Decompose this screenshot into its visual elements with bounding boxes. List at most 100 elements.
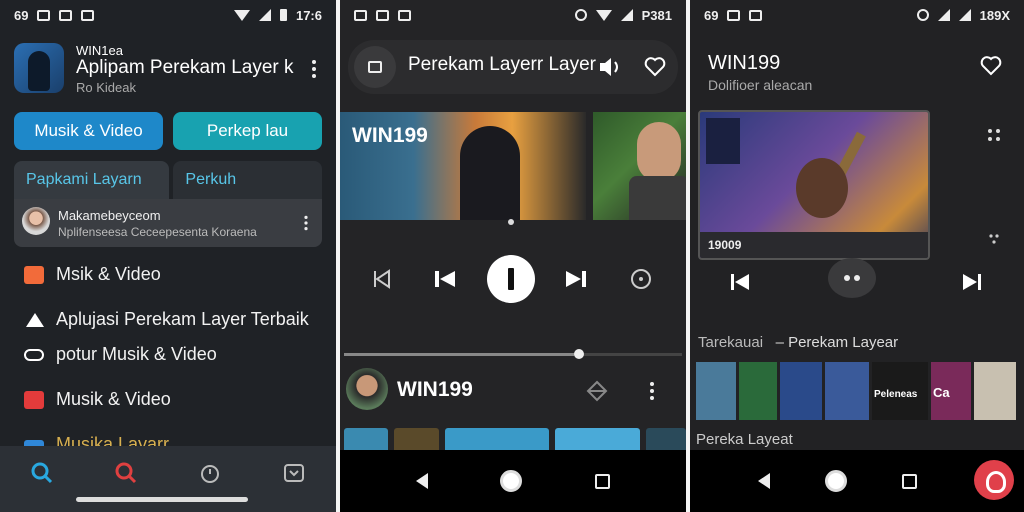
- thumbnail-label: WIN199: [352, 124, 428, 147]
- more-options-icon[interactable]: [312, 60, 316, 78]
- menu-item-best-recorder[interactable]: Aplujasi Perekam Layer Terbaik: [26, 309, 309, 330]
- heart-icon[interactable]: [644, 57, 666, 77]
- video-thumbnail-next[interactable]: [593, 112, 686, 220]
- timer-icon[interactable]: [199, 462, 221, 484]
- video-player[interactable]: 19009: [698, 110, 930, 260]
- related-thumbnail[interactable]: [554, 428, 641, 450]
- system-navigation: [690, 450, 1024, 512]
- related-thumbnail[interactable]: [344, 428, 388, 450]
- menu-item-features[interactable]: potur Musik & Video: [24, 344, 217, 365]
- gallery-icon: [727, 9, 741, 21]
- phone-screen-player: P381 Perekam Layerr Layer WIN199 WIN199: [340, 0, 686, 512]
- app-subtitle: Ro Kideak: [76, 80, 136, 95]
- playback-controls: [340, 255, 686, 305]
- back-icon[interactable]: [416, 473, 429, 489]
- gallery-icon: [376, 9, 389, 21]
- thumbnail-caption: Peleneas: [874, 389, 918, 400]
- previous-icon[interactable]: [730, 272, 750, 292]
- app-header: WIN1ea Aplipam Perekam Layer k Ro Kideak: [14, 40, 322, 100]
- menu-item-music[interactable]: Musik & Video: [24, 389, 171, 410]
- status-bar: 69 189X: [690, 0, 1024, 30]
- related-thumbnail[interactable]: [445, 428, 549, 450]
- next-icon[interactable]: [565, 269, 587, 289]
- recommended-thumbnail[interactable]: Peleneas: [872, 362, 928, 420]
- footer-label: Pereka Layeat: [696, 431, 793, 448]
- section-heading: Tarekauai – Perekam Layear: [698, 334, 898, 351]
- recommended-thumbnail[interactable]: [739, 362, 777, 420]
- recommended-thumbnail[interactable]: [825, 362, 869, 420]
- phone-screen-detail: 69 189X WIN199 Dolifioer aleacan 19009 T…: [690, 0, 1024, 512]
- home-indicator[interactable]: [76, 497, 248, 502]
- recommended-thumbnail[interactable]: [696, 362, 736, 420]
- menu-icon: [368, 61, 382, 73]
- skip-start-icon[interactable]: [372, 269, 392, 289]
- recommended-thumbnail[interactable]: [974, 362, 1016, 420]
- music-video-button[interactable]: Musik & Video: [14, 112, 163, 150]
- item-more-icon[interactable]: [304, 215, 308, 230]
- home-icon[interactable]: [500, 470, 523, 492]
- seek-handle[interactable]: [574, 349, 584, 359]
- expand-icon[interactable]: [988, 232, 1000, 250]
- repeat-icon[interactable]: [630, 268, 652, 290]
- tab-screen-recorder[interactable]: Papkami Layarn: [14, 161, 170, 199]
- pause-button[interactable]: [487, 255, 535, 303]
- gallery-icon: [59, 9, 73, 21]
- video-inset: [706, 118, 740, 164]
- alarm-icon: [574, 9, 587, 21]
- video-icon: [24, 265, 44, 284]
- volume-icon[interactable]: [598, 56, 622, 83]
- list-item-subtitle: Nplifenseesa Ceceepesenta Koraena: [58, 225, 257, 239]
- menu-item-label: Aplujasi Perekam Layer Terbaik: [56, 309, 309, 329]
- related-videos-strip: [344, 428, 686, 450]
- system-navigation: [340, 450, 686, 512]
- recommended-thumbnail[interactable]: Ca: [931, 362, 971, 420]
- tab-other[interactable]: Perkuh: [173, 161, 322, 199]
- menu-button[interactable]: [354, 46, 396, 88]
- seek-bar[interactable]: [344, 349, 682, 359]
- thumbnail-caption: Ca: [933, 385, 950, 400]
- cast-icon[interactable]: [586, 380, 608, 407]
- search-icon[interactable]: [115, 462, 137, 484]
- photo-icon: [81, 9, 95, 21]
- app-name: Aplipam Perekam Layer k: [76, 57, 294, 78]
- menu-item-music-video[interactable]: Msik & Video: [24, 264, 161, 285]
- player-header: Perekam Layerr Layer: [348, 40, 678, 94]
- heart-icon[interactable]: [980, 56, 1002, 76]
- recommended-thumbnail[interactable]: [780, 362, 822, 420]
- signal-icon: [620, 9, 633, 21]
- wifi-icon: [595, 9, 612, 21]
- recents-icon[interactable]: [594, 473, 610, 489]
- record-button[interactable]: Perkep lau: [173, 112, 322, 150]
- seek-progress: [344, 353, 574, 356]
- options-icon[interactable]: [986, 128, 1002, 147]
- bottom-navigation: [0, 446, 336, 512]
- home-icon[interactable]: [824, 470, 847, 492]
- back-icon[interactable]: [757, 473, 770, 489]
- row-more-icon[interactable]: [650, 382, 654, 400]
- player-title: Perekam Layerr Layer: [408, 54, 596, 75]
- next-icon[interactable]: [962, 272, 982, 292]
- download-icon[interactable]: [283, 462, 305, 484]
- channel-row[interactable]: WIN199: [346, 368, 680, 414]
- channel-title: WIN199: [397, 378, 473, 401]
- signal-icon: [937, 9, 950, 21]
- status-time: 69: [14, 7, 29, 23]
- section-title: – Perekam Layear: [775, 334, 899, 351]
- list-item[interactable]: Makamebeyceom Nplifenseesa Ceceepesenta …: [14, 199, 322, 247]
- photo-icon: [749, 9, 763, 21]
- signal-icon: [258, 9, 271, 21]
- recents-icon[interactable]: [901, 473, 917, 489]
- notification-icon: [37, 9, 51, 21]
- app-icon[interactable]: [14, 43, 64, 93]
- guitar-body: [796, 158, 848, 218]
- related-thumbnail[interactable]: [646, 428, 686, 450]
- pause-button[interactable]: [828, 258, 876, 298]
- menu-item-label: Msik & Video: [56, 264, 161, 284]
- video-thumbnail[interactable]: WIN199: [340, 112, 586, 220]
- record-icon: [24, 390, 44, 409]
- phone-screen-home: 69 17:6 WIN1ea Aplipam Perekam Layer k R…: [0, 0, 336, 512]
- previous-icon[interactable]: [434, 269, 456, 289]
- discover-icon[interactable]: [31, 462, 53, 484]
- related-thumbnail[interactable]: [393, 428, 440, 450]
- record-fab-button[interactable]: [974, 460, 1014, 500]
